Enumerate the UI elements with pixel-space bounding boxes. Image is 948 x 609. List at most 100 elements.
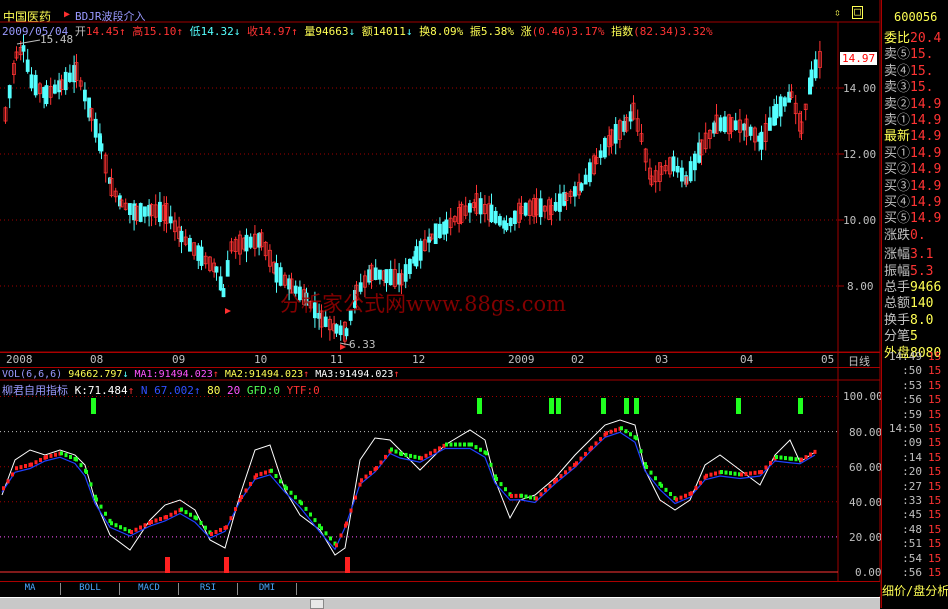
candle-body [508, 217, 513, 227]
candle-body [748, 126, 753, 136]
trend-dot [429, 451, 432, 456]
trend-dot [24, 464, 27, 468]
candle-body [214, 266, 219, 273]
trend-dot [404, 452, 408, 457]
candle-body [809, 69, 814, 87]
trend-dot [438, 446, 441, 451]
candle-body [99, 143, 104, 152]
candle-body [377, 269, 382, 280]
trend-dot [335, 543, 338, 548]
trend-dot [390, 447, 393, 452]
tick-row: :56 15 [902, 566, 942, 579]
trend-dot [225, 525, 228, 530]
trend-dot [694, 486, 698, 490]
trend-dot [204, 525, 207, 530]
trend-dot [375, 466, 378, 470]
tab-macd[interactable]: MACD [120, 583, 179, 595]
tick-row: :53 15 [902, 378, 942, 392]
buy-signal-bar [91, 398, 96, 414]
trend-dot [364, 474, 368, 479]
candle-body [418, 240, 423, 261]
trend-dot [6, 479, 10, 484]
trend-dot [809, 452, 812, 457]
trend-dot [654, 476, 657, 481]
trend-dot [259, 471, 263, 476]
trend-dot [744, 471, 748, 476]
tab-ma[interactable]: MA [0, 583, 61, 595]
candle-body [723, 116, 727, 133]
trend-dot [690, 491, 693, 496]
indicator-legend: 柳君自用指标 K:71.484↑ N 67.002↑ 80 20 GFD:0 Y… [2, 384, 320, 397]
candle-body [388, 268, 393, 286]
candle-body [497, 216, 502, 226]
min-price-marker: 6.33 [349, 338, 376, 351]
ind-axis-label: 80.00 [849, 426, 883, 439]
candle-body [187, 238, 192, 252]
buy-signal-bar [556, 398, 561, 414]
trend-dot [463, 442, 466, 447]
trend-dot [470, 442, 473, 447]
trend-dot [474, 445, 478, 450]
candle-body [199, 246, 204, 266]
buy-signal-bar [736, 398, 741, 414]
tick-row: :20 15 [902, 465, 942, 479]
candle-body [93, 118, 98, 138]
candle-body [338, 325, 343, 336]
trend-dot [614, 428, 617, 433]
watermark: 分析家公式网www.88gs.com [280, 292, 567, 316]
quote-row: 涨跌0. [884, 224, 926, 243]
trend-dot [234, 507, 237, 512]
trend-dot [219, 527, 222, 532]
panel-footer[interactable]: 细价/盘分析 [882, 582, 948, 599]
buy-signal-bar [634, 398, 639, 414]
tab-dmi[interactable]: DMI [238, 583, 297, 595]
candle-body [218, 276, 223, 291]
candle-body [774, 103, 779, 119]
candle-body [489, 204, 494, 223]
trend-dot [620, 426, 623, 431]
trend-dot [45, 455, 48, 459]
trend-dot [804, 455, 808, 460]
trend-dot [445, 442, 448, 447]
candle-body [344, 328, 349, 337]
trend-dot [384, 454, 387, 459]
tick-row: :33 15 [902, 494, 942, 507]
trend-dot [174, 510, 177, 515]
trend-dot [629, 432, 632, 437]
period-label[interactable]: 日线 [848, 353, 870, 369]
trend-dot [733, 471, 737, 476]
trend-dot [15, 466, 18, 471]
trend-dot [529, 495, 532, 500]
candle-body [407, 258, 412, 275]
tab-rsi[interactable]: RSI [179, 583, 238, 595]
tick-row: :09 15 [902, 436, 942, 450]
tab-boll[interactable]: BOLL [61, 583, 120, 595]
trend-dot [139, 525, 142, 530]
trend-dot [520, 493, 523, 498]
price-axis-label: 10.00 [843, 214, 877, 227]
quote-panel: 600056 委比20.4 卖⑤15. 卖④15. 卖③15. 卖②14.9 卖①14.9… [881, 0, 948, 608]
candle-body [538, 198, 543, 218]
candle-body [53, 84, 57, 94]
candle-body [274, 263, 279, 283]
trend-dot [320, 526, 323, 531]
candle-body [688, 161, 693, 182]
candle-body [671, 156, 676, 172]
buy-signal-bar [798, 398, 803, 414]
candle-body [142, 206, 147, 217]
trend-dot [599, 437, 602, 442]
tick-row: :48 15 [902, 522, 942, 536]
horizontal-scrollbar[interactable] [0, 597, 880, 609]
trend-dot [324, 531, 328, 536]
trend-dot [358, 482, 362, 487]
sell-signal-bar [345, 557, 350, 573]
candle-body [179, 230, 184, 243]
candle-body [579, 183, 584, 191]
candle-body [603, 137, 607, 158]
candle-body [573, 186, 577, 197]
trend-dot [60, 451, 63, 456]
trend-dot [329, 536, 332, 541]
candle-body [504, 222, 509, 231]
trend-dot [79, 463, 83, 468]
trend-dot [714, 471, 717, 476]
